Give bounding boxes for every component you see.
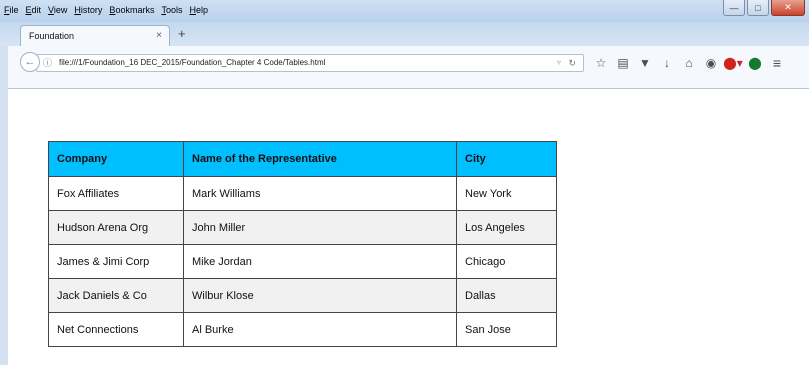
toolbar-icons: ☆ ▤ ▼ ↓ ⌂ ◉ ⬤▾ ⬤ ≡ [590, 54, 788, 72]
reload-icon[interactable]: ↻ [568, 55, 576, 71]
cell-company: Net Connections [48, 312, 184, 347]
back-arrow-icon: ← [24, 56, 36, 68]
cell-city: San Jose [456, 312, 557, 347]
menu-file[interactable]: File [4, 2, 19, 18]
table-row: Net Connections Al Burke San Jose [48, 312, 557, 347]
adblock-icon[interactable]: ⬤▾ [722, 54, 744, 72]
cell-representative: John Miller [183, 210, 457, 245]
cell-representative: Mark Williams [183, 176, 457, 211]
data-table: Company Name of the Representative City … [48, 141, 557, 347]
menu-view[interactable]: View [48, 2, 67, 18]
header-representative: Name of the Representative [183, 141, 457, 177]
menu-help[interactable]: Help [189, 2, 208, 18]
window-left-border [0, 46, 8, 365]
table-row: Jack Daniels & Co Wilbur Klose Dallas [48, 278, 557, 313]
menu-edit[interactable]: Edit [26, 2, 42, 18]
url-text: file:///1/Foundation_16 DEC_2015/Foundat… [59, 58, 326, 67]
window-controls: — □ ✕ [723, 0, 805, 16]
navigation-toolbar: ⓘ file:///1/Foundation_16 DEC_2015/Found… [0, 46, 809, 89]
maximize-icon: □ [755, 2, 761, 13]
address-bar[interactable]: ⓘ file:///1/Foundation_16 DEC_2015/Found… [36, 54, 584, 72]
header-company: Company [48, 141, 184, 177]
cell-city: Los Angeles [456, 210, 557, 245]
maximize-button[interactable]: □ [747, 0, 769, 16]
chat-icon[interactable]: ◉ [700, 54, 722, 72]
cell-representative: Mike Jordan [183, 244, 457, 279]
site-info-icon[interactable]: ⓘ [43, 55, 52, 71]
menu-history[interactable]: History [74, 2, 102, 18]
minimize-button[interactable]: — [723, 0, 745, 16]
bookmark-star-icon[interactable]: ☆ [590, 54, 612, 72]
cell-city: Dallas [456, 278, 557, 313]
table-row: Fox Affiliates Mark Williams New York [48, 176, 557, 211]
menu-tools[interactable]: Tools [161, 2, 182, 18]
cell-city: New York [456, 176, 557, 211]
cell-company: Fox Affiliates [48, 176, 184, 211]
cell-representative: Al Burke [183, 312, 457, 347]
tab-strip: Foundation × + [0, 22, 809, 46]
menu-bar: File Edit View History Bookmarks Tools H… [4, 2, 208, 18]
tab-close-icon[interactable]: × [156, 26, 162, 46]
clipboard-icon[interactable]: ▤ [612, 54, 634, 72]
table-row: James & Jimi Corp Mike Jordan Chicago [48, 244, 557, 279]
cell-company: James & Jimi Corp [48, 244, 184, 279]
cell-city: Chicago [456, 244, 557, 279]
close-icon: ✕ [784, 2, 792, 12]
cell-representative: Wilbur Klose [183, 278, 457, 313]
header-city: City [456, 141, 557, 177]
tab-title: Foundation [29, 31, 75, 41]
close-window-button[interactable]: ✕ [771, 0, 805, 16]
minimize-icon: — [729, 2, 739, 13]
table-header-row: Company Name of the Representative City [48, 141, 557, 177]
menu-bookmarks[interactable]: Bookmarks [109, 2, 154, 18]
hamburger-menu-icon[interactable]: ≡ [766, 54, 788, 72]
extension-icon[interactable]: ⬤ [744, 54, 766, 72]
pocket-icon[interactable]: ▼ [634, 54, 656, 72]
back-button[interactable]: ← [20, 52, 40, 72]
home-icon[interactable]: ⌂ [678, 54, 700, 72]
cell-company: Hudson Arena Org [48, 210, 184, 245]
page-content: Company Name of the Representative City … [8, 89, 809, 365]
new-tab-button[interactable]: + [178, 26, 186, 42]
url-dropdown-icon[interactable]: ▿ [557, 55, 561, 71]
tab-foundation[interactable]: Foundation × [20, 25, 170, 46]
table-row: Hudson Arena Org John Miller Los Angeles [48, 210, 557, 245]
title-bar: File Edit View History Bookmarks Tools H… [0, 0, 809, 22]
cell-company: Jack Daniels & Co [48, 278, 184, 313]
download-icon[interactable]: ↓ [656, 54, 678, 72]
